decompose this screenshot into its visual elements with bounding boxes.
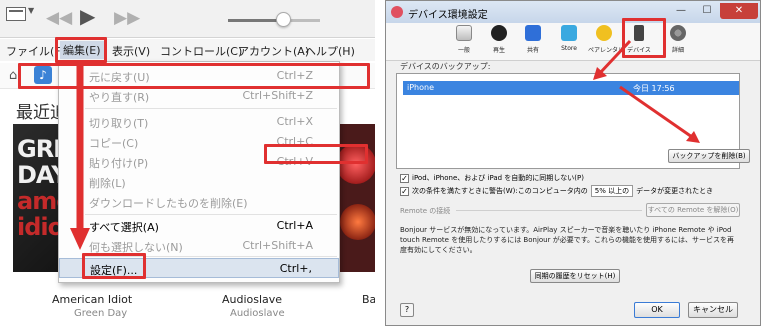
caret-down-icon[interactable]: ▼ xyxy=(28,6,34,15)
tab-parental[interactable]: ペアレンタル xyxy=(588,25,625,61)
tab-label: 一般 xyxy=(457,47,470,54)
menu-item-shortcut: Ctrl+X xyxy=(276,115,313,128)
tab-store[interactable]: Store xyxy=(553,25,585,61)
edit-menu-dropdown: 元に戻す(U) Ctrl+Z やり直す(R) Ctrl+Shift+Z 切り取り(T… xyxy=(58,61,340,283)
menu-item-select-all[interactable]: すべて選択(A) Ctrl+A xyxy=(59,216,339,236)
checkbox-label: iPod、iPhone、および iPad を自動的に同期しない(P) xyxy=(412,174,584,182)
checkbox[interactable]: ✓ xyxy=(400,173,409,183)
device-preferences-dialog: デバイス環境設定 — ☐ ✕ 一般 再生 共有 Store ペアレンタル デバイ… xyxy=(385,0,761,326)
album-artist[interactable]: Audioslave xyxy=(230,308,285,319)
menu-item-cut[interactable]: 切り取り(T) Ctrl+X xyxy=(59,112,339,132)
menu-item-delete-downloaded[interactable]: ダウンロードしたものを削除(E) xyxy=(59,192,339,212)
play-icon[interactable]: ▶ xyxy=(80,6,95,26)
forget-remotes-button[interactable]: すべての Remote を解除(O) xyxy=(646,203,740,217)
checkbox[interactable]: ✓ xyxy=(400,186,409,196)
menu-item-shortcut: Ctrl+Shift+Z xyxy=(242,89,313,102)
ok-button[interactable]: OK xyxy=(634,302,680,318)
store-icon xyxy=(561,25,577,41)
tab-playback[interactable]: 再生 xyxy=(483,25,515,61)
album-title[interactable]: Audioslave xyxy=(222,293,282,306)
bonjour-notice: Bonjour サービスが無効になっています。AirPlay スピーカーで音楽を… xyxy=(400,226,735,254)
screenshot-root: ▼ ◀◀ ▶ ▶▶ ファイル(F) 編集(E) 表示(V) コントロール(C) … xyxy=(0,0,761,326)
menu-item-label: ダウンロードしたものを削除(E) xyxy=(89,197,248,210)
highlight-box-settings xyxy=(82,253,146,279)
menu-separator xyxy=(85,214,337,215)
backup-date: 今日 17:56 xyxy=(633,84,675,93)
delete-backup-button[interactable]: バックアップを削除(B) xyxy=(668,149,750,163)
maximize-icon[interactable]: ☐ xyxy=(694,3,720,19)
menu-help[interactable]: ヘルプ(H) xyxy=(305,43,355,59)
tab-advanced[interactable]: 詳細 xyxy=(662,25,694,61)
tab-label: 詳細 xyxy=(671,47,684,54)
menu-item-label: やり直す(R) xyxy=(89,91,150,104)
volume-knob[interactable] xyxy=(276,12,291,27)
menu-item-label: コピー(C) xyxy=(89,137,139,150)
menu-item-shortcut: Ctrl+, xyxy=(279,262,312,275)
highlight-box-backup-row xyxy=(18,63,370,89)
help-button[interactable]: ? xyxy=(400,303,414,317)
reset-sync-history-button[interactable]: 同期の履歴をリセット(H) xyxy=(530,269,620,283)
title-bar: デバイス環境設定 — ☐ ✕ xyxy=(386,1,760,23)
highlight-box-edit xyxy=(55,37,107,63)
tab-label: ペアレンタル xyxy=(588,47,625,54)
tab-label: Store xyxy=(561,45,577,52)
previous-icon[interactable]: ◀◀ xyxy=(46,8,72,28)
device-pane: デバイスのバックアップ: iPhone 今日 17:56 バックアップを削除(B… xyxy=(396,61,750,297)
flower-art xyxy=(340,204,375,240)
minimize-icon[interactable]: — xyxy=(668,3,694,19)
play-icon xyxy=(491,25,507,41)
general-icon xyxy=(456,25,472,41)
checkbox-label: 次の条件を満たすときに警告(W):このコンピュータ内の xyxy=(412,187,588,195)
menu-item-label: すべて選択(A) xyxy=(89,221,159,234)
home-icon[interactable]: ⌂ xyxy=(9,68,17,83)
percent-select[interactable]: 5% 以上の xyxy=(590,185,634,197)
backup-device-name: iPhone xyxy=(407,83,435,92)
menu-item-delete[interactable]: 削除(L) xyxy=(59,172,339,192)
backup-row[interactable]: iPhone 今日 17:56 xyxy=(403,81,739,95)
album-artist[interactable]: Green Day xyxy=(74,308,127,319)
menu-item-shortcut: Ctrl+Shift+A xyxy=(242,239,313,252)
tab-sharing[interactable]: 共有 xyxy=(517,25,549,61)
highlight-box-device-tab xyxy=(622,18,666,58)
sync-checkbox-row[interactable]: ✓ iPod、iPhone、および iPad を自動的に同期しない(P) xyxy=(400,173,584,183)
tab-label: 再生 xyxy=(492,47,505,54)
section-divider xyxy=(456,210,642,211)
menu-item-label: 切り取り(T) xyxy=(89,117,149,130)
menu-view[interactable]: 表示(V) xyxy=(112,43,150,59)
menu-item-shortcut: Ctrl+A xyxy=(276,219,313,232)
album-title[interactable]: Bac xyxy=(362,293,375,306)
menu-item-redo[interactable]: やり直す(R) Ctrl+Shift+Z xyxy=(59,86,339,106)
close-icon[interactable]: ✕ xyxy=(720,3,758,19)
parental-icon xyxy=(596,25,612,41)
dialog-footer: ? OK キャンセル xyxy=(386,299,760,325)
menu-item-label: 貼り付け(P) xyxy=(89,157,149,170)
menu-item-label: 削除(L) xyxy=(89,177,126,190)
preferences-tab-bar: 一般 再生 共有 Store ペアレンタル デバイス 詳細 xyxy=(386,23,760,61)
checkbox-label-suffix: データが変更されたとき xyxy=(636,187,714,195)
player-toolbar: ▼ ◀◀ ▶ ▶▶ xyxy=(0,0,375,38)
menu-controls[interactable]: コントロール(C) xyxy=(160,43,242,59)
tab-general[interactable]: 一般 xyxy=(448,25,480,61)
next-icon[interactable]: ▶▶ xyxy=(114,8,140,28)
menu-separator xyxy=(85,108,337,109)
menu-account[interactable]: アカウント(A) xyxy=(238,43,309,59)
volume-slider[interactable] xyxy=(228,19,320,22)
warn-checkbox-row[interactable]: ✓ 次の条件を満たすときに警告(W):このコンピュータ内の 5% 以上の データが変更… xyxy=(400,185,713,197)
highlight-box-delete-backup xyxy=(264,144,368,164)
remote-section-label: Remote の接続 xyxy=(400,207,451,215)
tab-label: 共有 xyxy=(526,47,539,54)
backup-list-label: デバイスのバックアップ: xyxy=(400,62,491,71)
dialog-title: デバイス環境設定 xyxy=(408,10,488,21)
advanced-icon xyxy=(670,25,686,41)
album-title[interactable]: American Idiot xyxy=(52,293,132,306)
share-icon xyxy=(525,25,541,41)
cancel-button[interactable]: キャンセル xyxy=(688,302,738,318)
window-menu-icon[interactable] xyxy=(6,7,26,21)
app-icon xyxy=(391,6,403,18)
